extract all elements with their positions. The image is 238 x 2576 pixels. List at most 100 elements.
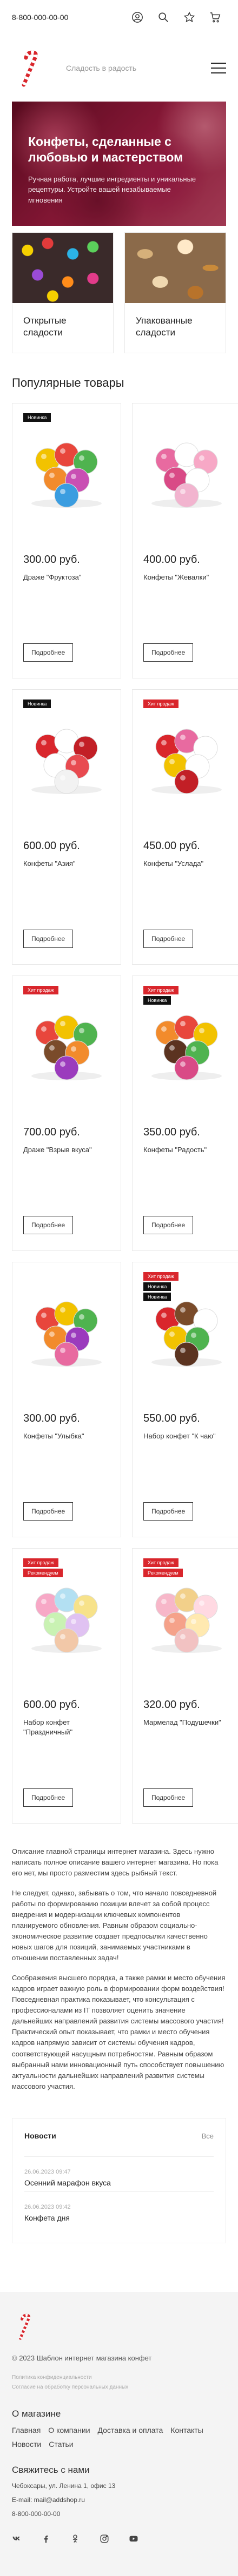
footer-menu-item[interactable]: Статьи xyxy=(49,2440,73,2449)
product-card[interactable]: Хит продаж 700.00 руб. Драже "Взрыв вкуса"… xyxy=(12,976,121,1252)
star-icon[interactable] xyxy=(178,6,200,28)
footer-menu-item[interactable]: Доставка и оплата xyxy=(98,2426,163,2434)
product-name[interactable]: Конфеты "Жевалки" xyxy=(143,573,230,592)
details-button[interactable]: Подробнее xyxy=(143,930,194,949)
site-header: Сладость в радость xyxy=(0,35,238,102)
product-image[interactable] xyxy=(143,420,230,522)
footer-menu-item[interactable]: Контакты xyxy=(170,2426,203,2434)
product-badges: Хит продаж xyxy=(23,986,58,995)
product-image[interactable] xyxy=(23,420,110,522)
product-card[interactable]: Хит продаж Рекомендуем 320.00 руб. Мармелад… xyxy=(132,1548,238,1824)
category-title: Упакованные сладости xyxy=(136,315,193,338)
user-icon[interactable] xyxy=(127,6,148,28)
product-badges: Новинка xyxy=(23,413,51,422)
category-title: Открытые сладости xyxy=(23,315,67,338)
candy-cane-logo[interactable] xyxy=(12,49,50,87)
candy-cane-logo[interactable] xyxy=(12,2311,39,2342)
footer-contact-title: Свяжитесь с нами xyxy=(12,2465,90,2476)
odnoklassniki-icon[interactable] xyxy=(70,2534,80,2544)
product-name[interactable]: Набор конфет "К чаю" xyxy=(143,1431,230,1451)
product-image[interactable] xyxy=(143,1565,230,1667)
product-image[interactable] xyxy=(23,1279,110,1381)
details-button[interactable]: Подробнее xyxy=(23,1216,74,1235)
product-name[interactable]: Мармелад "Подушечки" xyxy=(143,1718,230,1737)
footer-phone-link[interactable]: 8-800-000-00-00 xyxy=(12,2510,226,2518)
product-badge: Хит продаж xyxy=(143,700,178,709)
details-button[interactable]: Подробнее xyxy=(143,643,194,662)
product-image[interactable] xyxy=(143,992,230,1095)
site-footer: © 2023 Шаблон интернет магазина конфет П… xyxy=(0,2292,238,2576)
category-image xyxy=(125,233,226,303)
details-button[interactable]: Подробнее xyxy=(143,1502,194,1521)
product-price: 300.00 руб. xyxy=(23,554,80,566)
product-image[interactable] xyxy=(23,1565,110,1667)
description-paragraph: Описание главной страницы интернет магаз… xyxy=(12,1847,219,1878)
product-price: 700.00 руб. xyxy=(23,1126,80,1139)
product-card[interactable]: Хит продаж Новинка 350.00 руб. Конфеты "Рад… xyxy=(132,976,238,1252)
product-card[interactable]: Новинка 300.00 руб. Драже "Фруктоза" Подроб… xyxy=(12,403,121,679)
product-card[interactable]: Хит продаж 450.00 руб. Конфеты "Услада" Под… xyxy=(132,689,238,965)
product-card[interactable]: Хит продаж Новинка Новинка 550.00 руб. Набор… xyxy=(132,1262,238,1538)
product-badge: Новинка xyxy=(23,413,51,422)
menu-burger-icon[interactable] xyxy=(211,63,226,73)
news-block: Новости Все 26.06.2023 09:47 Осенний мар… xyxy=(12,2118,226,2244)
category-card[interactable]: Упакованные сладости xyxy=(124,232,226,354)
details-button[interactable]: Подробнее xyxy=(23,1788,74,1807)
youtube-icon[interactable] xyxy=(129,2534,138,2544)
footer-menu-item[interactable]: Главная xyxy=(12,2426,41,2434)
category-card[interactable]: Открытые сладости xyxy=(12,232,114,354)
details-button[interactable]: Подробнее xyxy=(23,1502,74,1521)
category-image xyxy=(12,233,113,303)
product-badge: Хит продаж xyxy=(143,986,178,995)
vk-icon[interactable] xyxy=(12,2534,22,2544)
product-image[interactable] xyxy=(23,706,110,809)
product-badge: Хит продаж xyxy=(23,986,58,995)
product-card[interactable]: Новинка 600.00 руб. Конфеты "Азия" Подробне… xyxy=(12,689,121,965)
product-badges: Хит продаж Рекомендуем xyxy=(23,1558,63,1578)
product-badge: Новинка xyxy=(23,700,51,709)
product-card[interactable]: 400.00 руб. Конфеты "Жевалки" Подробнее xyxy=(132,403,238,679)
product-name[interactable]: Конфеты "Улыбка" xyxy=(23,1431,110,1451)
product-card[interactable]: Хит продаж Рекомендуем 600.00 руб. Набор ко… xyxy=(12,1548,121,1824)
news-item-title[interactable]: Конфета дня xyxy=(24,2214,214,2222)
store-description: Описание главной страницы интернет магаз… xyxy=(12,1846,226,2092)
news-item[interactable]: 26.06.2023 09:47 Осенний марафон вкуса xyxy=(24,2156,214,2191)
privacy-policy-link[interactable]: Политика конфиденциальности xyxy=(12,2373,226,2383)
details-button[interactable]: Подробнее xyxy=(143,1788,194,1807)
product-name[interactable]: Конфеты "Радость" xyxy=(143,1145,230,1165)
product-name[interactable]: Драже "Взрыв вкуса" xyxy=(23,1145,110,1165)
news-item[interactable]: 26.06.2023 09:42 Конфета дня xyxy=(24,2191,214,2227)
product-image[interactable] xyxy=(143,706,230,809)
category-list: Открытые сладости Упакованные сладости xyxy=(12,232,226,354)
product-badges: Хит продаж Рекомендуем xyxy=(143,1558,183,1578)
details-button[interactable]: Подробнее xyxy=(143,1216,194,1235)
cart-icon[interactable] xyxy=(204,6,226,28)
phone-link[interactable]: 8-800-000-00-00 xyxy=(12,13,122,22)
facebook-icon[interactable] xyxy=(41,2534,51,2544)
hero-title: Конфеты, сделанные с любовью и мастерств… xyxy=(28,134,183,164)
hero-banner[interactable]: Конфеты, сделанные с любовью и мастерств… xyxy=(12,102,226,226)
details-button[interactable]: Подробнее xyxy=(23,930,74,949)
product-price: 600.00 руб. xyxy=(23,840,80,852)
email-link[interactable]: E-mail: mail@addshop.ru xyxy=(12,2496,226,2504)
section-title: Популярные товары xyxy=(12,376,124,390)
search-icon[interactable] xyxy=(153,6,174,28)
product-price: 300.00 руб. xyxy=(23,1413,80,1425)
product-card[interactable]: 300.00 руб. Конфеты "Улыбка" Подробнее xyxy=(12,1262,121,1538)
product-badges: Хит продаж xyxy=(143,700,178,709)
product-badges: Хит продаж Новинка xyxy=(143,986,178,1005)
product-name[interactable]: Набор конфет "Праздничный" xyxy=(23,1718,110,1737)
product-name[interactable]: Драже "Фруктоза" xyxy=(23,573,110,592)
consent-link[interactable]: Согласие на обработку персональных данны… xyxy=(12,2383,226,2392)
news-all-link[interactable]: Все xyxy=(202,2132,214,2140)
product-name[interactable]: Конфеты "Услада" xyxy=(143,859,230,878)
footer-menu-item[interactable]: Новости xyxy=(12,2440,41,2449)
product-price: 550.00 руб. xyxy=(143,1413,200,1425)
product-name[interactable]: Конфеты "Азия" xyxy=(23,859,110,878)
instagram-icon[interactable] xyxy=(100,2534,109,2544)
product-image[interactable] xyxy=(23,992,110,1095)
footer-menu-item[interactable]: О компании xyxy=(48,2426,90,2434)
product-price: 450.00 руб. xyxy=(143,840,200,852)
news-item-title[interactable]: Осенний марафон вкуса xyxy=(24,2178,214,2187)
details-button[interactable]: Подробнее xyxy=(23,643,74,662)
